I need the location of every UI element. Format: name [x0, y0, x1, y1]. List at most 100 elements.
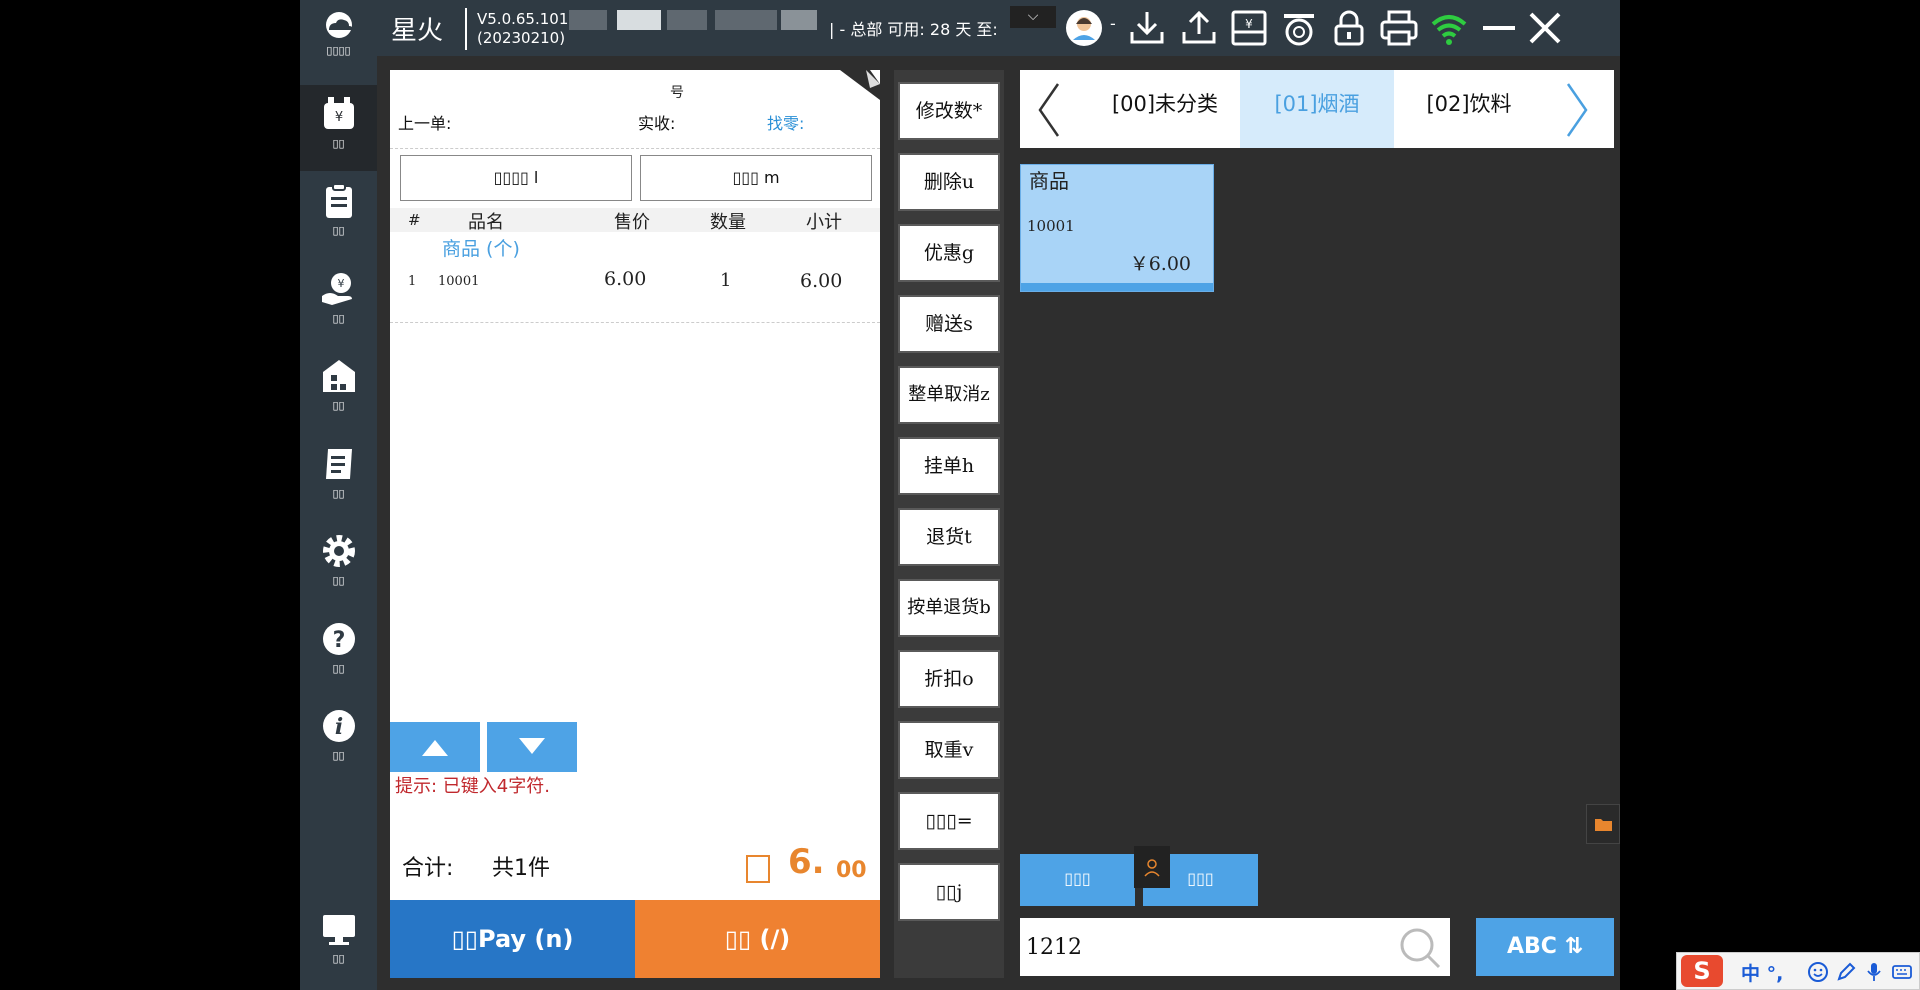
keyboard-toggle-button[interactable]: ABC ⇅: [1476, 918, 1614, 976]
item-subtotal: 6.00: [800, 270, 843, 292]
discount-offer-button[interactable]: 优惠g: [898, 224, 1000, 282]
store-icon: [322, 360, 355, 392]
tab-tobacco-alcohol[interactable]: [01]烟酒: [1240, 70, 1394, 148]
cloud-logo: ▯▯▯▯: [300, 0, 377, 80]
item-code: 10001: [438, 274, 480, 289]
sidebar-item-label: ▯▯: [332, 952, 345, 965]
printer-icon[interactable]: [1377, 6, 1421, 50]
pen-icon[interactable]: [1835, 961, 1857, 983]
version-number: V5.0.65.101: [477, 10, 569, 28]
person-icon: [1144, 859, 1160, 877]
redacted-block: [667, 10, 707, 30]
arrow-down-icon: [519, 738, 545, 754]
total-label: 合计:: [402, 856, 454, 881]
user-avatar-icon[interactable]: [1062, 6, 1106, 50]
title-divider: [465, 8, 467, 50]
gift-button[interactable]: 赠送s: [898, 295, 1000, 353]
cancel-order-button[interactable]: 整单取消z: [898, 366, 1000, 424]
folder-icon: [1595, 819, 1612, 831]
ime-logo[interactable]: S: [1681, 955, 1723, 987]
money-hand-icon: ¥: [321, 273, 352, 305]
download-icon[interactable]: [1125, 6, 1169, 50]
store-info: | - 总部 可用: 28 天 至:: [829, 20, 998, 39]
sidebar-item-label: ▯▯: [332, 137, 345, 150]
folder-button[interactable]: [1586, 804, 1620, 844]
receipt-scroll-icon: [325, 449, 352, 479]
item-name[interactable]: 商品 (个): [442, 234, 520, 261]
search-icon[interactable]: [1398, 926, 1442, 970]
sidebar-item-label: ▯▯: [332, 487, 345, 500]
sidebar-item-about[interactable]: i ▯▯: [300, 697, 377, 783]
member-button[interactable]: ▯▯▯▯ l: [400, 155, 632, 201]
microphone-icon[interactable]: [1863, 961, 1885, 983]
sidebar-item-display[interactable]: ▯▯: [300, 900, 377, 986]
lock-icon[interactable]: [1327, 6, 1371, 50]
bottom-left-button[interactable]: ▯▯▯: [1020, 854, 1135, 906]
svg-text:¥: ¥: [334, 110, 342, 125]
upload-icon[interactable]: [1177, 6, 1221, 50]
chevron-left-icon[interactable]: [1028, 82, 1068, 138]
ime-toolbar: S 中 °,: [1676, 952, 1920, 990]
wifi-icon: [1431, 15, 1467, 45]
product-tile[interactable]: 商品 10001 ￥6.00: [1020, 164, 1214, 292]
sidebar-item-records[interactable]: ▯▯: [300, 435, 377, 521]
sidebar-item-label: ▯▯: [332, 662, 345, 675]
ime-mode[interactable]: 中 °,: [1741, 959, 1783, 986]
table-row[interactable]: 1 10001 6.00 1 6.00: [390, 266, 880, 296]
account-dropdown[interactable]: ⌵: [1010, 6, 1056, 28]
currency-box-icon: [746, 855, 770, 883]
receipt-number: 号: [670, 85, 684, 101]
scroll-up-button[interactable]: [390, 722, 480, 772]
function-button-12[interactable]: ▯▯j: [898, 863, 1000, 921]
pos-window: ▯▯▯▯ ¥ ▯▯ ▯▯ ¥ ▯▯ ▯▯ ▯▯ ▯▯ ? ▯▯ i ▯▯ ▯▯ …: [300, 0, 1620, 990]
version-info: V5.0.65.101 (20230210): [477, 10, 568, 48]
minimize-icon[interactable]: [1477, 6, 1521, 50]
sidebar-item-label: ▯▯: [332, 749, 345, 762]
product-code: 10001: [1027, 217, 1075, 235]
cash-button[interactable]: ▯▯ (/): [635, 900, 880, 978]
sidebar-item-label: ▯▯: [332, 399, 345, 412]
column-header: 售价: [614, 212, 650, 233]
function-button-11[interactable]: ▯▯▯=: [898, 792, 1000, 850]
tab-beverages[interactable]: [02]饮料: [1394, 70, 1544, 148]
modify-quantity-button[interactable]: 修改数*: [898, 82, 1000, 140]
cloud-icon: [325, 12, 353, 38]
table-header: # 品名 售价 数量 小计: [390, 208, 880, 233]
function-buttons: 修改数* 删除u 优惠g 赠送s 整单取消z 挂单h 退货t 按单退货b 折扣o…: [894, 70, 1004, 978]
scale-icon[interactable]: [1277, 6, 1321, 50]
total-amount: 6.: [788, 842, 825, 882]
search-box: [1020, 918, 1450, 976]
emoji-icon[interactable]: [1807, 961, 1829, 983]
item-price: 6.00: [604, 268, 647, 290]
close-icon[interactable]: [1523, 6, 1567, 50]
scroll-down-button[interactable]: [487, 722, 577, 772]
title-bar: 星火 V5.0.65.101 (20230210) | - 总部 可用: 28 …: [377, 0, 1620, 56]
tab-uncategorized[interactable]: [00]未分类: [1090, 70, 1240, 148]
product-name: 商品: [1029, 169, 1069, 193]
return-button[interactable]: 退货t: [898, 508, 1000, 566]
return-by-order-button[interactable]: 按单退货b: [898, 579, 1000, 637]
sidebar-item-settings[interactable]: ▯▯: [300, 522, 377, 608]
delete-button[interactable]: 删除u: [898, 153, 1000, 211]
column-header: #: [408, 211, 421, 229]
get-weight-button[interactable]: 取重v: [898, 721, 1000, 779]
sidebar-item-cashier[interactable]: ¥ ▯▯: [300, 85, 377, 171]
hold-order-button[interactable]: 挂单h: [898, 437, 1000, 495]
pay-button[interactable]: ▯▯Pay (n): [390, 900, 635, 978]
sidebar-item-store[interactable]: ▯▯: [300, 347, 377, 433]
cash-drawer-icon[interactable]: ¥: [1227, 6, 1271, 50]
sidebar-item-label: ▯▯: [332, 574, 345, 587]
item-index: 1: [408, 274, 417, 289]
previous-order-label: 上一单:: [398, 114, 452, 133]
app-title: 星火: [391, 16, 444, 46]
sidebar-item-help[interactable]: ? ▯▯: [300, 610, 377, 696]
chevron-right-icon[interactable]: [1558, 82, 1598, 138]
guide-button[interactable]: ▯▯▯ m: [640, 155, 872, 201]
sidebar-item-finance[interactable]: ¥ ▯▯: [300, 260, 377, 346]
sidebar-item-orders[interactable]: ▯▯: [300, 172, 377, 258]
item-quantity: 1: [720, 270, 732, 291]
search-input[interactable]: [1026, 926, 1386, 968]
discount-button[interactable]: 折扣o: [898, 650, 1000, 708]
keyboard-icon[interactable]: [1891, 961, 1913, 983]
sidebar: ▯▯▯▯ ¥ ▯▯ ▯▯ ¥ ▯▯ ▯▯ ▯▯ ▯▯ ? ▯▯ i ▯▯ ▯▯: [300, 0, 377, 990]
